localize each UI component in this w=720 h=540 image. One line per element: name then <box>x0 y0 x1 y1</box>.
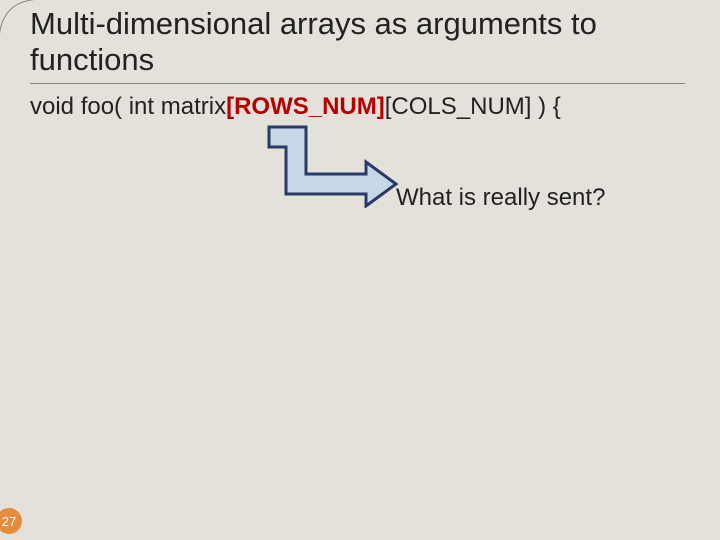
page-number: 27 <box>2 514 16 529</box>
slide: Multi-dimensional arrays as arguments to… <box>0 0 720 540</box>
page-number-badge: 27 <box>0 508 22 534</box>
arrow-icon <box>264 122 404 208</box>
code-suffix: [COLS_NUM] ) { <box>385 93 561 120</box>
code-prefix: void foo( int matrix <box>30 93 226 120</box>
code-line: void foo( int matrix[ROWS_NUM][COLS_NUM]… <box>30 93 561 121</box>
slide-title: Multi-dimensional arrays as arguments to… <box>30 6 690 77</box>
code-highlight: [ROWS_NUM] <box>226 93 385 120</box>
title-underline <box>30 83 685 84</box>
question-text: What is really sent? <box>396 184 605 212</box>
